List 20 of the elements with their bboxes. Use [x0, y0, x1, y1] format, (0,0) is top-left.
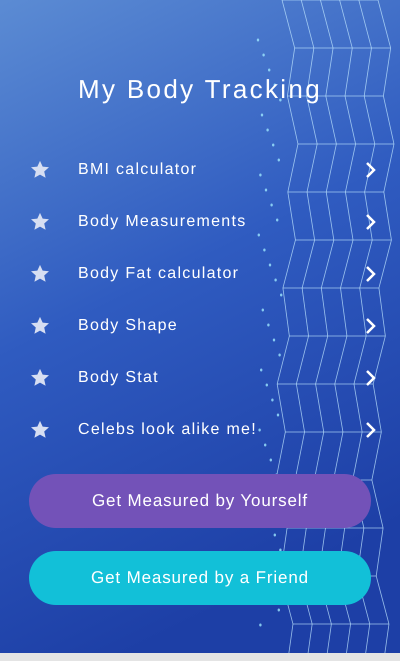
menu-item-label: Body Measurements [78, 212, 248, 232]
menu-item[interactable]: Body Stat [0, 352, 400, 404]
menu-item[interactable]: Body Fat calculator [0, 248, 400, 300]
menu-item[interactable]: Body Shape [0, 300, 400, 352]
menu-item-label: Body Fat calculator [78, 264, 240, 284]
menu-item-label: Celebs look alike me! [78, 420, 258, 440]
chevron-right-icon [364, 317, 376, 335]
page-title: My Body Tracking [78, 73, 322, 106]
menu-item-label: BMI calculator [78, 160, 198, 180]
chevron-right-icon [364, 161, 376, 179]
chevron-right-icon [364, 265, 376, 283]
chevron-right-icon [364, 213, 376, 231]
menu-item-label: Body Shape [78, 316, 179, 336]
chevron-right-icon [364, 421, 376, 439]
menu-item[interactable]: Celebs look alike me! [0, 404, 400, 456]
menu-item[interactable]: Body Measurements [0, 196, 400, 248]
chevron-right-icon [364, 369, 376, 387]
menu-item[interactable]: BMI calculator [0, 144, 400, 196]
menu-item-label: Body Stat [78, 368, 160, 388]
measure-button[interactable]: Get Measured by Yourself [29, 474, 371, 528]
